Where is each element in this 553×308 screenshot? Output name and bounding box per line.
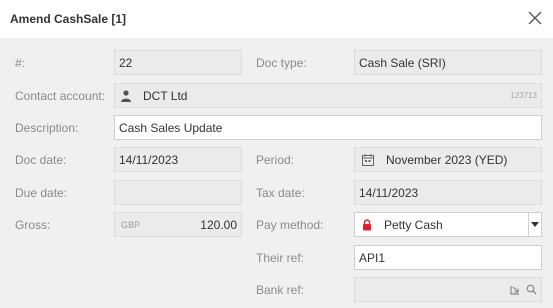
doc-type-value: Cash Sale (SRI) xyxy=(359,55,446,70)
doc-date-value: 14/11/2023 xyxy=(119,152,179,167)
contact-account-code: 123713 xyxy=(510,91,537,100)
close-icon[interactable] xyxy=(525,8,545,28)
caret-down-icon xyxy=(531,221,539,227)
doc-date-field: 14/11/2023 xyxy=(114,147,242,172)
gross-amount: 120.00 xyxy=(200,217,237,232)
number-value: 22 xyxy=(119,55,133,70)
lock-icon xyxy=(363,218,371,230)
dialog-title: Amend CashSale [1] xyxy=(10,12,127,26)
period-value: November 2023 (YED) xyxy=(386,152,508,167)
tax-date-value: 14/11/2023 xyxy=(359,185,419,200)
pay-method-label: Pay method: xyxy=(256,218,324,232)
doc-type-field: Cash Sale (SRI) xyxy=(354,50,542,75)
description-value: Cash Sales Update xyxy=(119,120,223,135)
period-field: November 2023 (YED) xyxy=(354,147,542,172)
pick-icon[interactable] xyxy=(510,284,521,295)
tax-date-label: Tax date: xyxy=(256,186,305,200)
doc-date-label: Doc date: xyxy=(15,153,67,167)
bank-ref-label: Bank ref: xyxy=(256,283,305,297)
their-ref-input[interactable]: API1 xyxy=(354,245,542,270)
number-label: #: xyxy=(15,56,26,70)
dialog-header: Amend CashSale [1] xyxy=(0,0,553,38)
doc-type-label: Doc type: xyxy=(256,56,307,70)
gross-field: GBP 120.00 xyxy=(114,212,242,237)
pay-method-dropdown-button[interactable] xyxy=(528,213,541,236)
bank-ref-field xyxy=(354,277,542,302)
description-label: Description: xyxy=(15,121,79,135)
contact-account-field: DCT Ltd 123713 xyxy=(114,83,542,108)
person-icon xyxy=(121,89,131,102)
contact-account-label: Contact account: xyxy=(15,89,106,103)
due-date-label: Due date: xyxy=(15,186,68,200)
their-ref-label: Their ref: xyxy=(256,251,305,265)
calendar-icon xyxy=(362,153,374,166)
description-input[interactable]: Cash Sales Update xyxy=(114,115,542,140)
tax-date-field: 14/11/2023 xyxy=(354,180,542,205)
pay-method-select[interactable]: Petty Cash xyxy=(354,212,542,237)
gross-currency: GBP xyxy=(121,219,141,230)
pay-method-value: Petty Cash xyxy=(384,217,443,232)
number-field: 22 xyxy=(114,50,242,75)
their-ref-value: API1 xyxy=(359,250,386,265)
due-date-field xyxy=(114,180,242,205)
gross-label: Gross: xyxy=(15,218,51,232)
period-label: Period: xyxy=(256,153,295,167)
contact-account-name: DCT Ltd xyxy=(143,88,188,103)
bank-ref-actions xyxy=(510,284,537,295)
search-icon[interactable] xyxy=(526,284,537,295)
